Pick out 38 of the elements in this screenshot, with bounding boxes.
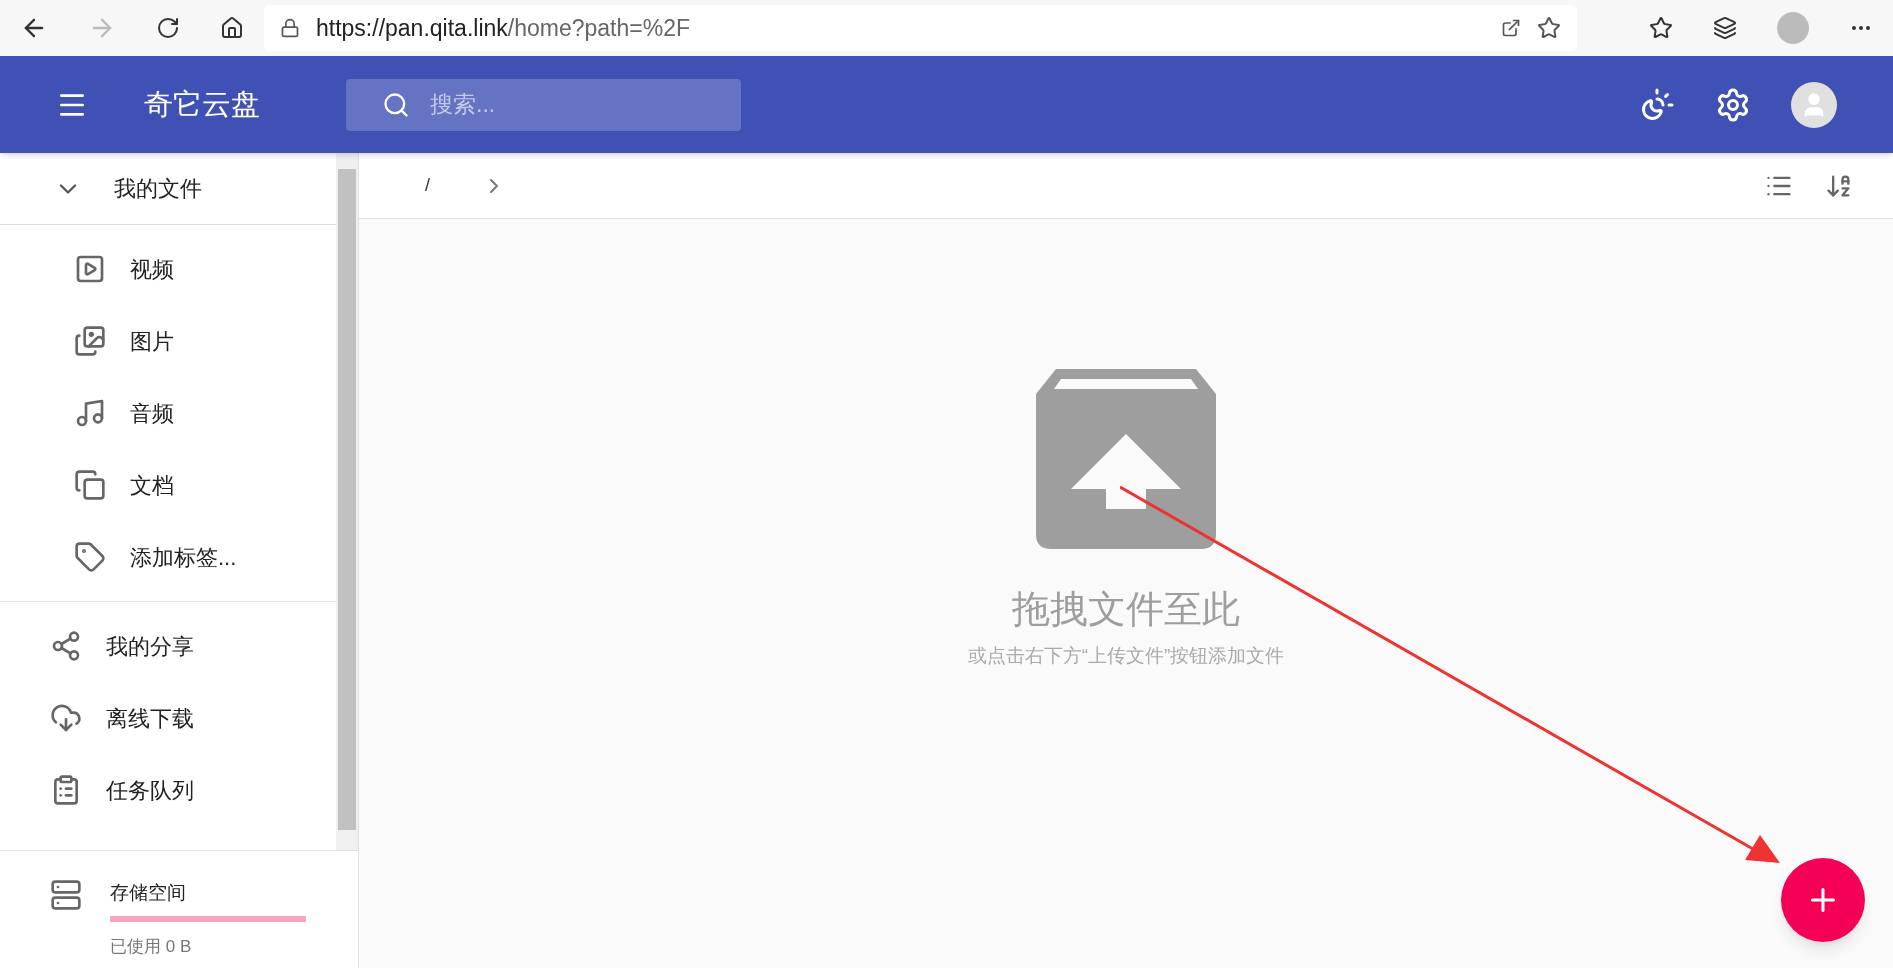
tag-icon: [74, 541, 106, 573]
video-icon: [74, 253, 106, 285]
sidebar-item[interactable]: 任务队列: [0, 754, 336, 826]
sidebar-item[interactable]: 添加标签...: [0, 521, 336, 593]
favorites-icon[interactable]: [1649, 16, 1673, 40]
document-icon: [74, 469, 106, 501]
app-title: 奇它云盘: [144, 86, 260, 122]
breadcrumb-root[interactable]: /: [425, 172, 430, 199]
search-icon: [382, 90, 410, 119]
open-external-icon[interactable]: [1501, 18, 1521, 38]
sidebar-item[interactable]: 文档: [0, 449, 336, 521]
empty-state-title: 拖拽文件至此: [1012, 587, 1240, 632]
theme-toggle-icon[interactable]: [1639, 86, 1675, 123]
reload-icon[interactable]: [156, 16, 180, 40]
upload-box-icon: [1036, 369, 1216, 549]
cloud-download-icon: [50, 702, 82, 734]
search-field[interactable]: 搜索...: [346, 78, 741, 131]
storage-label: 存储空间: [110, 881, 187, 905]
music-icon: [74, 397, 106, 429]
user-avatar[interactable]: [1791, 81, 1837, 128]
home-icon[interactable]: [220, 16, 244, 40]
storage-icon: [50, 879, 82, 911]
collections-icon[interactable]: [1713, 16, 1737, 40]
star-icon[interactable]: [1537, 16, 1561, 40]
share-icon: [50, 630, 82, 662]
settings-icon[interactable]: [1715, 86, 1751, 123]
scrollbar[interactable]: [336, 153, 358, 850]
empty-state-hint: 或点击右下方“上传文件”按钮添加文件: [967, 644, 1285, 668]
sidebar-item[interactable]: 视频: [0, 233, 336, 305]
image-icon: [74, 325, 106, 357]
sidebar-item[interactable]: 音频: [0, 377, 336, 449]
storage-usage-text: 已使用 0 B: [110, 935, 193, 958]
url-text: https://pan.qita.link/home?path=%2F: [316, 13, 691, 43]
address-bar[interactable]: https://pan.qita.link/home?path=%2F: [264, 5, 1577, 51]
sidebar-item[interactable]: 图片: [0, 305, 336, 377]
sidebar-item[interactable]: 我的分享: [0, 610, 336, 682]
lock-icon: [280, 18, 300, 38]
sidebar-item[interactable]: 离线下载: [0, 682, 336, 754]
